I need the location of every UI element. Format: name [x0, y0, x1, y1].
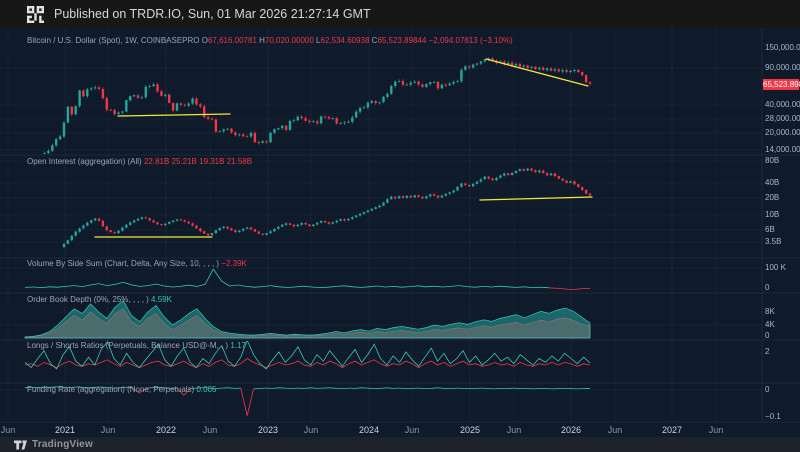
y-axis-label[interactable]: 6B — [765, 226, 775, 234]
time-axis-label[interactable]: 2026 — [561, 426, 581, 435]
indicator-title: Volume By Side Sum (Chart, Delta, Any Si… — [27, 259, 219, 268]
y-axis-label[interactable]: −0.1 — [765, 413, 781, 421]
tradingview-logo-icon[interactable] — [14, 440, 27, 450]
legend-value: H — [257, 36, 265, 45]
y-axis-label[interactable]: 0 — [765, 332, 769, 340]
y-axis-label[interactable]: 40,000.00000 — [765, 101, 800, 109]
y-axis-label[interactable]: 3.5B — [765, 238, 781, 246]
legend-value: 21.58B — [224, 157, 252, 166]
legend-value: 4.59K — [149, 295, 172, 304]
header-bar: Published on TRDR.IO, Sun, 01 Mar 2026 2… — [0, 0, 800, 28]
time-axis-label[interactable]: 2027 — [662, 426, 682, 435]
last-price-tag: 65,523.89844 — [763, 79, 799, 90]
time-axis-label[interactable]: Jun — [101, 426, 116, 435]
time-axis-label[interactable]: 2023 — [258, 426, 278, 435]
y-axis-label[interactable]: 8K — [765, 308, 775, 316]
legend-value: 70,020.00000 — [265, 36, 314, 45]
footer-bar: TradingView — [0, 437, 800, 452]
y-axis-label[interactable]: 40B — [765, 179, 779, 187]
legend-value: 19.31B — [197, 157, 225, 166]
time-axis-label[interactable]: Jun — [709, 426, 724, 435]
legend-value: 65,523.89844 — [377, 36, 426, 45]
legend-price-pane[interactable]: Bitcoin / U.S. Dollar (Spot), 1W, COINBA… — [27, 36, 513, 45]
legend-value: 62,534.60938 — [321, 36, 370, 45]
symbol-title: Bitcoin / U.S. Dollar (Spot), 1W, COINBA… — [27, 36, 200, 45]
y-axis-label[interactable]: 20B — [765, 194, 779, 202]
tradingview-brand[interactable]: TradingView — [32, 439, 93, 450]
y-axis-label[interactable]: 10B — [765, 211, 779, 219]
y-axis-label[interactable]: 150,000.00000 — [765, 44, 800, 52]
time-axis-label[interactable]: Jun — [608, 426, 623, 435]
indicator-title: Longs / Shorts Ratios (Perpetuals, Balan… — [27, 341, 228, 350]
y-axis-label[interactable]: 100 K — [765, 264, 786, 272]
time-axis-label[interactable]: 2021 — [55, 426, 75, 435]
legend-value: 25.21B — [169, 157, 197, 166]
trdr-published-chart: Bitcoin / U.S. Dollar (Spot), 1W, COINBA… — [0, 0, 800, 452]
time-axis-label[interactable]: Jun — [304, 426, 319, 435]
y-axis-label[interactable]: 90,000.00000 — [765, 64, 800, 72]
y-axis-label[interactable]: 28,000.00000 — [765, 115, 800, 123]
legend-value: −2,094.07813 (−3.10%) — [426, 36, 512, 45]
published-title: Published on TRDR.IO, Sun, 01 Mar 2026 2… — [54, 7, 371, 21]
y-axis-label[interactable]: 80B — [765, 157, 779, 165]
legend-value: 22.81B — [142, 157, 170, 166]
time-axis-label[interactable]: 2025 — [460, 426, 480, 435]
time-axis-label[interactable]: Jun — [1, 426, 16, 435]
legend-longs-shorts-ratios[interactable]: Longs / Shorts Ratios (Perpetuals, Balan… — [27, 341, 246, 350]
trendline[interactable] — [486, 59, 588, 86]
y-axis-label[interactable]: 2 — [765, 348, 769, 356]
y-axis-label[interactable]: 20,000.00000 — [765, 129, 800, 137]
time-axis-label[interactable]: Jun — [203, 426, 218, 435]
time-axis-label[interactable]: Jun — [507, 426, 522, 435]
indicator-title: Funding Rate (aggregation) (None, Perpet… — [27, 385, 194, 394]
time-axis-label[interactable]: Jun — [405, 426, 420, 435]
legend-value: 0.005 — [194, 385, 216, 394]
legend-value: L — [314, 36, 321, 45]
legend-volume-by-side[interactable]: Volume By Side Sum (Chart, Delta, Any Si… — [27, 259, 247, 268]
legend-funding-rate[interactable]: Funding Rate (aggregation) (None, Perpet… — [27, 385, 216, 394]
time-axis-label[interactable]: 2022 — [156, 426, 176, 435]
y-axis-label[interactable]: 14,000.00000 — [765, 146, 800, 154]
legend-order-book-depth[interactable]: Order Book Depth (0%, 25%, , , , ) 4.59K — [27, 295, 172, 304]
time-axis-label[interactable]: 2024 — [359, 426, 379, 435]
qr-icon — [27, 6, 44, 23]
legend-open-interest[interactable]: Open Interest (aggregation) (All) 22.81B… — [27, 157, 252, 166]
legend-value: O — [200, 36, 208, 45]
legend-value: 1.17 — [228, 341, 246, 350]
trendline[interactable] — [118, 114, 230, 116]
legend-value: 67,616.00781 — [208, 36, 257, 45]
y-axis-label[interactable]: 4K — [765, 321, 775, 329]
indicator-title: Open Interest (aggregation) (All) — [27, 157, 142, 166]
y-axis-label[interactable]: 0 — [765, 386, 769, 394]
legend-value: −2.39K — [219, 259, 247, 268]
indicator-title: Order Book Depth (0%, 25%, , , , ) — [27, 295, 149, 304]
y-axis-label[interactable]: 0 — [765, 284, 769, 292]
